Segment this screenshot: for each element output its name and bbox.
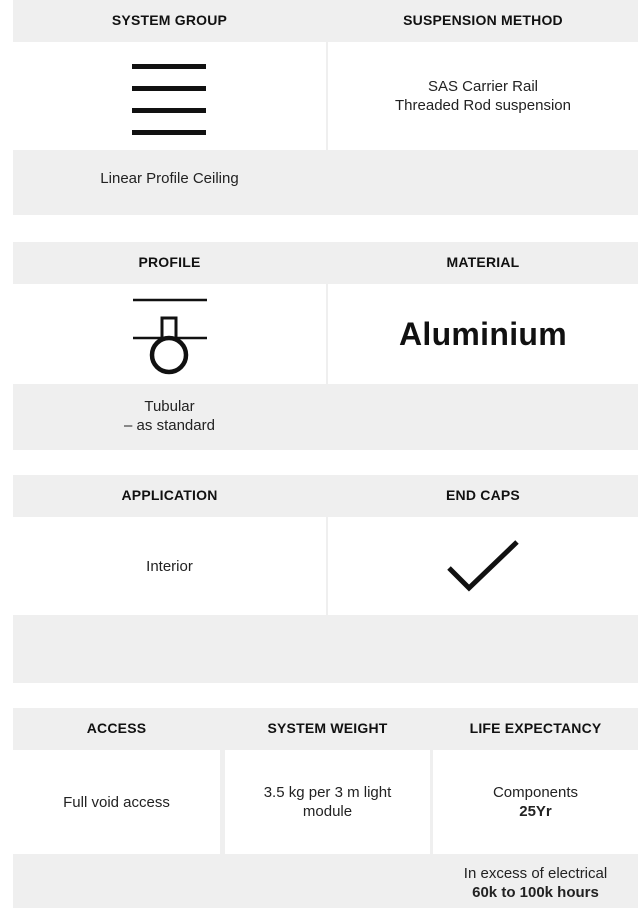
system-group-panel: SYSTEM GROUP SUSPENSION METHOD SAS Carri… bbox=[13, 0, 638, 215]
material-cell: Aluminium bbox=[328, 284, 638, 384]
life-expectancy-header: LIFE EXPECTANCY bbox=[469, 720, 602, 736]
suspension-method-line-1: SAS Carrier Rail bbox=[427, 78, 539, 95]
profile-footer-line-2: – as standard bbox=[124, 417, 215, 434]
profile-cell bbox=[13, 284, 326, 384]
end-caps-cell bbox=[328, 517, 638, 615]
application-value: Interior bbox=[146, 557, 193, 575]
components-value: 25Yr bbox=[519, 803, 552, 820]
electrical-label: In excess of electrical bbox=[463, 865, 608, 882]
system-group-header: SYSTEM GROUP bbox=[111, 12, 228, 28]
system-weight-line-2: module bbox=[302, 803, 353, 820]
stacked-lines-icon bbox=[131, 64, 206, 135]
checkmark-icon bbox=[447, 540, 519, 592]
life-expectancy-cell: Components 25Yr bbox=[433, 750, 638, 854]
end-caps-header: END CAPS bbox=[446, 487, 520, 503]
system-group-footer: Linear Profile Ceiling bbox=[100, 169, 239, 187]
application-cell: Interior bbox=[13, 517, 326, 615]
application-header: APPLICATION bbox=[121, 487, 218, 503]
electrical-value: 60k to 100k hours bbox=[472, 884, 599, 901]
system-weight-line-1: 3.5 kg per 3 m light bbox=[263, 784, 392, 801]
profile-footer: Tubular – as standard bbox=[13, 386, 326, 446]
access-panel: ACCESS SYSTEM WEIGHT LIFE EXPECTANCY Ful… bbox=[13, 708, 638, 908]
access-cell: Full void access bbox=[13, 750, 220, 854]
profile-footer-line-1: Tubular bbox=[144, 398, 195, 415]
system-weight-header: SYSTEM WEIGHT bbox=[267, 720, 388, 736]
application-panel: APPLICATION END CAPS Interior bbox=[13, 475, 638, 683]
components-label: Components bbox=[492, 784, 579, 801]
profile-panel: PROFILE MATERIAL Aluminium Tubular – as … bbox=[13, 242, 638, 450]
electrical-footer: In excess of electrical 60k to 100k hour… bbox=[433, 860, 638, 906]
access-value: Full void access bbox=[63, 793, 170, 811]
system-weight-cell: 3.5 kg per 3 m light module bbox=[225, 750, 430, 854]
material-value: Aluminium bbox=[398, 315, 568, 352]
system-group-cell bbox=[13, 42, 326, 150]
material-header: MATERIAL bbox=[446, 254, 520, 270]
suspension-method-line-2: Threaded Rod suspension bbox=[395, 97, 571, 114]
tubular-profile-icon bbox=[132, 298, 207, 375]
access-header: ACCESS bbox=[86, 720, 147, 736]
suspension-method-header: SUSPENSION METHOD bbox=[403, 12, 563, 28]
suspension-method-cell: SAS Carrier Rail Threaded Rod suspension bbox=[328, 42, 638, 150]
profile-header: PROFILE bbox=[138, 254, 201, 270]
